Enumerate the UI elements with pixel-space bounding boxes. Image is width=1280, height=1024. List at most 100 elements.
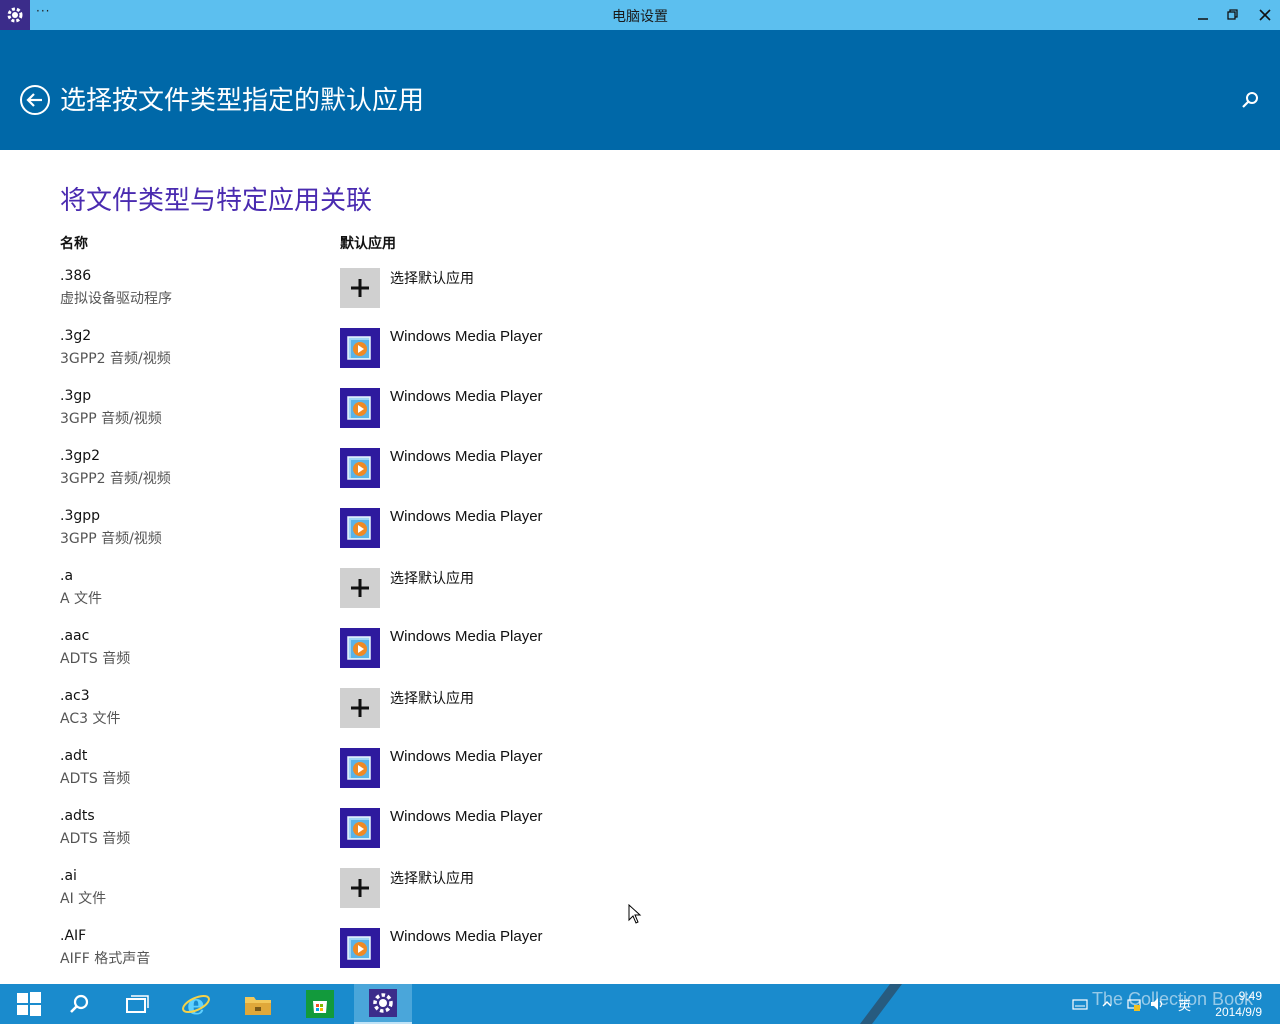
- file-type-description: 3GPP 音频/视频: [60, 531, 162, 547]
- default-app-label[interactable]: 选择默认应用: [390, 688, 474, 708]
- windows-media-player-icon: [346, 454, 374, 482]
- file-type-description: ADTS 音频: [60, 771, 131, 787]
- default-app-button[interactable]: [340, 628, 380, 668]
- default-app-label[interactable]: 选择默认应用: [390, 568, 474, 588]
- file-type-description: A 文件: [60, 591, 103, 607]
- search-button[interactable]: [1240, 90, 1260, 110]
- file-extension: .3gpp: [60, 508, 101, 524]
- default-app-label[interactable]: Windows Media Player: [390, 628, 543, 645]
- file-type-description: 3GPP2 音频/视频: [60, 351, 171, 367]
- file-type-description: ADTS 音频: [60, 651, 131, 667]
- choose-default-app-button[interactable]: [340, 868, 380, 908]
- plus-icon: [349, 577, 371, 599]
- file-extension: .3gp2: [60, 448, 101, 464]
- windows-media-player-icon: [346, 754, 374, 782]
- default-app-button[interactable]: [340, 808, 380, 848]
- back-arrow-icon: [20, 85, 50, 115]
- default-app-button[interactable]: [340, 928, 380, 968]
- choose-default-app-button[interactable]: [340, 268, 380, 308]
- default-app-label[interactable]: Windows Media Player: [390, 808, 543, 825]
- column-header-name: 名称: [60, 236, 88, 252]
- windows-media-player-icon: [346, 634, 374, 662]
- column-header-default-app: 默认应用: [340, 236, 396, 252]
- default-app-button[interactable]: [340, 748, 380, 788]
- pc-settings-taskbar-button[interactable]: [354, 984, 412, 1024]
- default-app-label[interactable]: Windows Media Player: [390, 508, 543, 525]
- plus-icon: [349, 277, 371, 299]
- plus-icon: [349, 877, 371, 899]
- windows-logo-icon: [17, 992, 41, 1016]
- show-hidden-icons-chevron-icon[interactable]: [1102, 984, 1116, 1024]
- file-extension: .3g2: [60, 328, 92, 344]
- windows-media-player-icon: [346, 514, 374, 542]
- clock-time: 9:49: [1238, 989, 1262, 1003]
- file-type-description: 3GPP 音频/视频: [60, 411, 162, 427]
- input-method-indicator[interactable]: 英: [1178, 984, 1196, 1024]
- default-app-label[interactable]: 选择默认应用: [390, 868, 474, 888]
- default-app-label[interactable]: Windows Media Player: [390, 388, 543, 405]
- plus-icon: [349, 697, 371, 719]
- file-extension: .adt: [60, 748, 88, 764]
- close-button[interactable]: [1250, 0, 1280, 30]
- file-extension: .AIF: [60, 928, 87, 944]
- search-icon: [70, 994, 89, 1013]
- default-app-label[interactable]: Windows Media Player: [390, 448, 543, 465]
- title-bar: ··· 电脑设置: [0, 0, 1280, 30]
- volume-icon[interactable]: [1150, 984, 1168, 1024]
- default-app-label[interactable]: Windows Media Player: [390, 928, 543, 945]
- file-type-description: AC3 文件: [60, 711, 121, 727]
- page-header: 选择按文件类型指定的默认应用: [0, 30, 1280, 150]
- file-type-row: .3gpp 3GPP 音频/视频 Windows Media Player: [0, 508, 1280, 568]
- file-type-row: .aac ADTS 音频 Windows Media Player: [0, 628, 1280, 688]
- task-view-icon: [126, 995, 149, 1013]
- minimize-button[interactable]: [1188, 0, 1218, 30]
- file-extension: .adts: [60, 808, 95, 824]
- taskbar-decoration: [860, 984, 902, 1024]
- task-view-button[interactable]: [108, 984, 166, 1024]
- restore-button[interactable]: [1218, 0, 1248, 30]
- windows-media-player-icon: [346, 394, 374, 422]
- default-app-button[interactable]: [340, 448, 380, 488]
- svg-text:e: e: [187, 989, 205, 1019]
- store-button[interactable]: [291, 984, 349, 1024]
- default-app-label[interactable]: 选择默认应用: [390, 268, 474, 288]
- taskbar-clock[interactable]: 9:49 2014/9/9: [1215, 988, 1262, 1020]
- windows-media-player-icon: [346, 814, 374, 842]
- file-type-row: .a A 文件 选择默认应用: [0, 568, 1280, 628]
- file-type-row: .ac3 AC3 文件 选择默认应用: [0, 688, 1280, 748]
- file-type-description: 虚拟设备驱动程序: [60, 291, 172, 307]
- windows-media-player-icon: [346, 334, 374, 362]
- back-button[interactable]: [19, 84, 51, 116]
- network-icon[interactable]: [1126, 984, 1144, 1024]
- file-type-row: .AIF AIFF 格式声音 Windows Media Player: [0, 928, 1280, 988]
- file-type-row: .3gp 3GPP 音频/视频 Windows Media Player: [0, 388, 1280, 448]
- choose-default-app-button[interactable]: [340, 568, 380, 608]
- default-app-label[interactable]: Windows Media Player: [390, 328, 543, 345]
- settings-gear-icon: [369, 989, 397, 1017]
- section-title: 将文件类型与特定应用关联: [60, 186, 373, 216]
- file-extension: .a: [60, 568, 74, 584]
- taskbar: e The Collection Book 英 9:49 2014/9/9: [0, 984, 1280, 1024]
- file-type-row: .3g2 3GPP2 音频/视频 Windows Media Player: [0, 328, 1280, 388]
- window-title: 电脑设置: [612, 8, 668, 24]
- keyboard-icon[interactable]: [1072, 984, 1090, 1024]
- default-app-button[interactable]: [340, 328, 380, 368]
- file-type-description: 3GPP2 音频/视频: [60, 471, 171, 487]
- file-extension: .aac: [60, 628, 90, 644]
- internet-explorer-button[interactable]: e: [167, 984, 225, 1024]
- mouse-cursor-icon: [628, 904, 642, 924]
- taskbar-search-button[interactable]: [50, 984, 108, 1024]
- file-extension: .3gp: [60, 388, 92, 404]
- default-app-button[interactable]: [340, 508, 380, 548]
- default-app-label[interactable]: Windows Media Player: [390, 748, 543, 765]
- file-explorer-button[interactable]: [229, 984, 287, 1024]
- folder-icon: [245, 997, 271, 1015]
- file-type-row: .adts ADTS 音频 Windows Media Player: [0, 808, 1280, 868]
- file-type-description: ADTS 音频: [60, 831, 131, 847]
- file-type-row: .386 虚拟设备驱动程序 选择默认应用: [0, 268, 1280, 328]
- file-type-row: .3gp2 3GPP2 音频/视频 Windows Media Player: [0, 448, 1280, 508]
- default-app-button[interactable]: [340, 388, 380, 428]
- choose-default-app-button[interactable]: [340, 688, 380, 728]
- file-type-description: AIFF 格式声音: [60, 951, 151, 967]
- store-icon: [306, 990, 334, 1018]
